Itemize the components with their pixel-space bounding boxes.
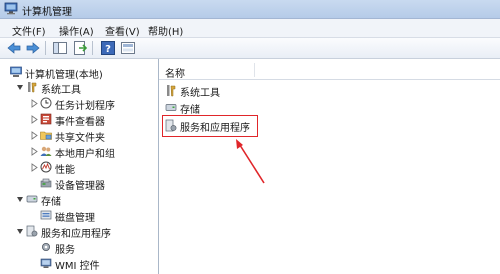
menu-file[interactable]: 文件(F) xyxy=(12,23,46,38)
export-list-icon[interactable] xyxy=(72,40,88,56)
list-item-label: 存储 xyxy=(180,105,200,116)
collapsed-arrow-icon[interactable] xyxy=(30,99,38,108)
tree-item-label: 服务和应用程序 xyxy=(41,229,111,240)
storage-icon xyxy=(165,104,177,111)
column-header[interactable]: 名称 xyxy=(159,61,500,80)
tree-item-task-scheduler[interactable]: 任务计划程序 xyxy=(30,96,152,112)
tree-item-disk-management[interactable]: 磁盘管理 xyxy=(30,208,152,224)
column-divider[interactable] xyxy=(254,63,255,77)
show-hide-tree-icon[interactable] xyxy=(52,40,68,56)
window-title: 计算机管理 xyxy=(22,7,72,18)
clock-icon xyxy=(40,97,52,109)
tree-item-label: 磁盘管理 xyxy=(55,213,95,224)
toolbar: ? xyxy=(0,38,500,59)
toolbar-separator xyxy=(92,41,93,55)
system-tools-icon xyxy=(28,82,37,93)
tree-item-label: WMI 控件 xyxy=(55,261,100,272)
title-bar: 计算机管理 xyxy=(0,0,500,19)
menu-bar: 文件(F) 操作(A) 查看(V) 帮助(H) xyxy=(0,19,500,38)
back-icon[interactable] xyxy=(6,40,22,56)
collapsed-arrow-icon[interactable] xyxy=(30,147,38,156)
wmi-control-icon xyxy=(40,258,52,268)
tree-item-services[interactable]: 服务 xyxy=(30,240,152,256)
computer-management-icon xyxy=(10,66,22,77)
list-item[interactable]: 系统工具 xyxy=(165,83,285,99)
svg-text:?: ? xyxy=(105,44,111,55)
event-viewer-icon xyxy=(40,113,52,125)
menu-help[interactable]: 帮助(H) xyxy=(148,23,183,38)
performance-icon xyxy=(40,161,52,173)
shared-folder-icon xyxy=(40,131,52,140)
storage-icon xyxy=(26,195,38,203)
tree-item-label: 设备管理器 xyxy=(55,181,105,192)
tree-item-label: 系统工具 xyxy=(41,85,81,96)
tree-item-label: 共享文件夹 xyxy=(55,133,105,144)
collapsed-arrow-icon[interactable] xyxy=(30,163,38,172)
expanded-arrow-icon[interactable] xyxy=(16,227,24,236)
expanded-arrow-icon[interactable] xyxy=(16,195,24,204)
console-icon[interactable] xyxy=(120,40,136,56)
tree-item-performance[interactable]: 性能 xyxy=(30,160,152,176)
tree-item-computer-management[interactable]: 计算机管理(本地) xyxy=(0,65,150,81)
services-icon xyxy=(42,243,50,251)
tree-item-storage[interactable]: 存储 xyxy=(16,192,151,208)
list-item[interactable]: 存储 xyxy=(165,100,285,116)
system-tools-icon xyxy=(167,85,176,97)
services-applications-icon xyxy=(26,225,38,237)
disk-management-icon xyxy=(40,210,52,220)
tree-item-label: 本地用户和组 xyxy=(55,149,115,160)
highlight-box xyxy=(162,115,258,137)
device-manager-icon xyxy=(40,178,52,188)
menu-view[interactable]: 查看(V) xyxy=(105,23,140,38)
collapsed-arrow-icon[interactable] xyxy=(30,115,38,124)
tree-item-label: 服务 xyxy=(55,245,75,256)
navigation-tree: 计算机管理(本地) 系统工具 任务计划程序 事件查看器 共享文件夹 本地用户和组… xyxy=(0,59,159,274)
tree-item-label: 存储 xyxy=(41,197,61,208)
list-item-label: 系统工具 xyxy=(180,88,220,99)
collapsed-arrow-icon[interactable] xyxy=(30,131,38,140)
tree-item-event-viewer[interactable]: 事件查看器 xyxy=(30,112,152,128)
tree-item-services-applications[interactable]: 服务和应用程序 xyxy=(16,224,151,240)
tree-item-label: 事件查看器 xyxy=(55,117,105,128)
tree-item-local-users-groups[interactable]: 本地用户和组 xyxy=(30,144,152,160)
tree-item-label: 性能 xyxy=(55,165,75,176)
tree-item-wmi-control[interactable]: WMI 控件 xyxy=(30,256,152,272)
help-icon[interactable]: ? xyxy=(100,40,116,56)
toolbar-separator xyxy=(45,41,46,55)
tree-item-label: 计算机管理(本地) xyxy=(25,70,103,81)
tree-item-device-manager[interactable]: 设备管理器 xyxy=(30,176,152,192)
tree-item-shared-folders[interactable]: 共享文件夹 xyxy=(30,128,152,144)
tree-item-label: 任务计划程序 xyxy=(55,101,115,112)
forward-icon[interactable] xyxy=(25,40,41,56)
menu-action[interactable]: 操作(A) xyxy=(59,23,94,38)
tree-item-system-tools[interactable]: 系统工具 xyxy=(16,80,151,96)
content-list: 名称 系统工具 存储 服务和应用程序 xyxy=(159,59,500,274)
users-icon xyxy=(40,146,52,156)
expanded-arrow-icon[interactable] xyxy=(16,83,24,92)
column-header-name[interactable]: 名称 xyxy=(165,65,185,80)
computer-management-icon xyxy=(4,2,18,15)
